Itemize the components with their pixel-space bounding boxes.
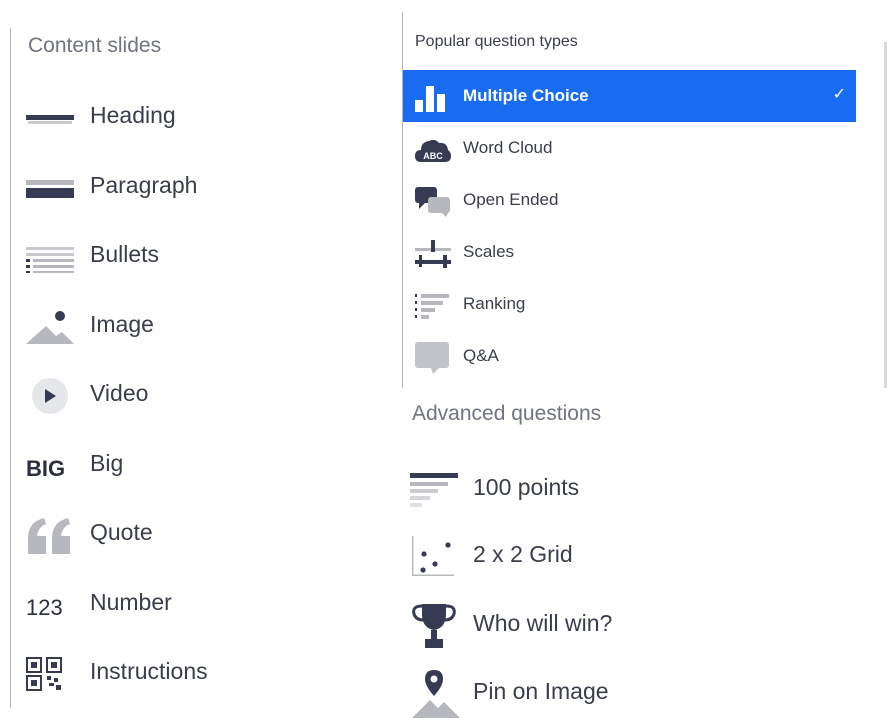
advanced-item-label: 2 x 2 Grid (473, 541, 573, 567)
advanced-item-who-will-win[interactable]: Who will win? (410, 600, 830, 650)
advanced-item-label: Who will win? (473, 610, 613, 636)
content-item-label: Video (90, 380, 149, 406)
advanced-questions-title: Advanced questions (412, 402, 602, 425)
content-item-instructions[interactable]: Instructions (26, 654, 326, 694)
content-item-video[interactable]: Video (26, 376, 326, 416)
bullets-icon (26, 237, 76, 277)
number-icon-text: 123 (26, 595, 63, 620)
content-item-label: Instructions (90, 658, 208, 684)
question-type-qa[interactable]: Q&A (403, 330, 856, 382)
content-item-label: Number (90, 589, 172, 615)
question-type-label: Ranking (463, 294, 526, 313)
big-icon: BIG (26, 446, 76, 486)
number-icon: 123 (26, 585, 76, 625)
content-item-label: Heading (90, 102, 176, 128)
question-type-multiple-choice[interactable]: Multiple Choice ✓ (403, 70, 856, 122)
content-item-label: Quote (90, 519, 153, 545)
question-type-ranking[interactable]: Ranking (403, 278, 856, 330)
advanced-item-label: 100 points (473, 474, 580, 500)
qr-code-icon (26, 654, 76, 694)
content-item-quote[interactable]: Quote (26, 515, 326, 555)
content-item-image[interactable]: Image (26, 307, 326, 347)
image-icon (26, 307, 76, 347)
content-item-number[interactable]: 123 Number (26, 585, 326, 625)
question-type-label: Multiple Choice (463, 86, 589, 105)
content-item-heading[interactable]: Heading (26, 98, 326, 138)
question-type-scales[interactable]: Scales (403, 226, 856, 278)
advanced-item-100-points[interactable]: 100 points (410, 464, 830, 514)
popular-question-types-title: Popular question types (415, 33, 578, 50)
advanced-item-label: Pin on Image (473, 678, 609, 704)
pin-on-image-icon (410, 668, 462, 718)
content-slides-title: Content slides (28, 34, 162, 57)
content-item-label: Big (90, 450, 124, 476)
content-item-paragraph[interactable]: Paragraph (26, 168, 326, 208)
advanced-item-pin-on-image[interactable]: Pin on Image (410, 668, 830, 718)
heading-icon (26, 98, 76, 138)
question-type-label: Scales (463, 242, 515, 261)
question-type-label: Q&A (463, 346, 499, 365)
grid-scatter-icon (410, 531, 462, 581)
question-type-word-cloud[interactable]: ABC Word Cloud (403, 122, 856, 174)
content-item-label: Paragraph (90, 172, 198, 198)
video-icon (26, 376, 76, 416)
word-cloud-icon: ABC (415, 135, 451, 165)
sliders-icon (415, 239, 451, 269)
content-item-bullets[interactable]: Bullets (26, 237, 326, 277)
quote-icon (26, 515, 76, 555)
paragraph-icon (26, 168, 76, 208)
ranking-icon (415, 291, 451, 321)
content-item-big[interactable]: BIG Big (26, 446, 326, 486)
word-cloud-icon-text: ABC (423, 151, 443, 161)
left-divider (10, 28, 11, 708)
question-type-open-ended[interactable]: Open Ended (403, 174, 856, 226)
question-type-label: Open Ended (463, 190, 559, 209)
advanced-item-2x2-grid[interactable]: 2 x 2 Grid (410, 531, 830, 581)
content-item-label: Bullets (90, 241, 160, 267)
big-icon-text: BIG (26, 456, 66, 481)
trophy-icon (410, 600, 462, 650)
popular-scrollbar-track[interactable] (884, 42, 887, 388)
checkmark-icon: ✓ (832, 86, 846, 103)
speech-bubbles-icon (415, 187, 451, 217)
content-item-label: Image (90, 311, 154, 337)
qa-bubble-icon (415, 342, 451, 374)
points-bars-icon (410, 464, 462, 514)
bar-chart-icon (415, 83, 451, 113)
question-type-label: Word Cloud (463, 138, 553, 157)
